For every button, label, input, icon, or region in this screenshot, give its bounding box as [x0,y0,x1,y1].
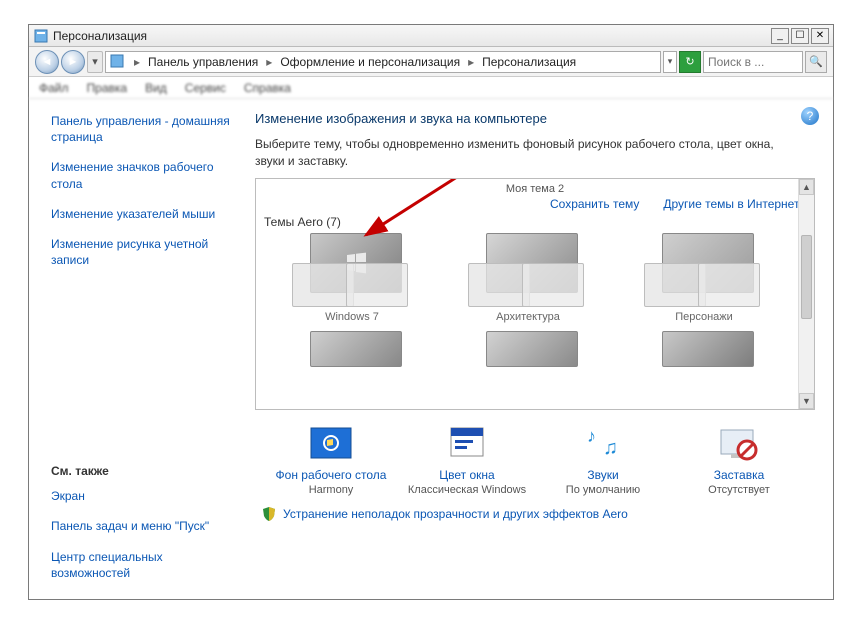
menu-service[interactable]: Сервис [185,81,226,95]
scroll-thumb[interactable] [801,235,812,319]
theme-peek[interactable] [458,331,598,371]
theme-row: Windows 7 Архитектура [264,233,806,323]
theme-thumb [644,233,764,307]
close-button[interactable]: ✕ [811,28,829,44]
shield-icon [261,506,277,522]
troubleshoot-link[interactable]: Устранение неполадок прозрачности и друг… [283,507,628,521]
window-color-value: Классическая Windows [402,484,532,496]
breadcrumb-cp[interactable]: Панель управления [148,55,258,69]
menu-bar: Файл Правка Вид Сервис Справка [29,77,833,99]
theme-row-next [264,331,806,371]
online-themes-link[interactable]: Другие темы в Интернете [663,197,806,211]
chevron-icon: ▸ [262,55,276,69]
page-subtext: Выберите тему, чтобы одновременно измени… [255,136,775,170]
address-icon [110,54,126,70]
window-title: Персонализация [53,29,771,43]
sidebar-change-picture[interactable]: Изменение рисунка учетной записи [51,236,235,268]
minimize-button[interactable]: _ [771,28,789,44]
breadcrumb-personalization[interactable]: Персонализация [482,55,576,69]
search-button[interactable]: 🔍 [805,51,827,73]
window-frame: Персонализация _ ☐ ✕ ◄ ► ▾ ▸ Панель упра… [28,24,834,600]
troubleshoot-row: Устранение неполадок прозрачности и друг… [255,506,815,522]
page-heading: Изменение изображения и звука на компьют… [255,111,815,126]
sounds-label: Звуки [538,468,668,482]
svg-text:♫: ♫ [603,437,618,459]
window-color-icon [445,424,489,464]
search-box[interactable] [703,51,803,73]
window-color-card[interactable]: Цвет окна Классическая Windows [402,424,532,496]
sounds-icon: ♪♫ [581,424,625,464]
main-pane: ? Изменение изображения и звука на компь… [245,99,833,599]
menu-edit[interactable]: Правка [87,81,128,95]
window-buttons: _ ☐ ✕ [771,28,829,44]
theme-label: Архитектура [458,311,598,323]
theme-peek[interactable] [282,331,422,371]
screensaver-value: Отсутствует [674,484,804,496]
back-button[interactable]: ◄ [35,50,59,74]
scrollbar[interactable]: ▲ ▼ [798,179,814,409]
sidebar: Панель управления - домашняя страница Из… [29,99,245,599]
theme-thumb [292,233,412,307]
theme-label: Windows 7 [282,311,422,323]
theme-thumb [468,233,588,307]
window-color-label: Цвет окна [402,468,532,482]
theme-actions: Сохранить тему Другие темы в Интернете [264,197,806,211]
breadcrumb-appearance[interactable]: Оформление и персонализация [280,55,460,69]
sidebar-change-cursors[interactable]: Изменение указателей мыши [51,206,235,222]
nav-bar: ◄ ► ▾ ▸ Панель управления ▸ Оформление и… [29,47,833,77]
address-bar[interactable]: ▸ Панель управления ▸ Оформление и персо… [105,51,661,73]
sounds-value: По умолчанию [538,484,668,496]
theme-peek[interactable] [634,331,774,371]
scroll-down-button[interactable]: ▼ [799,393,814,409]
settings-row: Фон рабочего стола Harmony Цвет окна Кла… [255,410,815,496]
desktop-background-value: Harmony [266,484,396,496]
screensaver-icon [717,424,761,464]
sidebar-screen[interactable]: Экран [51,488,235,504]
chevron-icon: ▸ [130,55,144,69]
window-icon [33,28,49,44]
forward-button[interactable]: ► [61,50,85,74]
search-input[interactable] [708,55,778,69]
help-icon[interactable]: ? [801,107,819,125]
content-area: Панель управления - домашняя страница Из… [29,99,833,599]
menu-file[interactable]: Файл [39,81,69,95]
sidebar-taskbar[interactable]: Панель задач и меню "Пуск" [51,518,235,534]
themes-list: Моя тема 2 Сохранить тему Другие темы в … [255,178,815,410]
maximize-button[interactable]: ☐ [791,28,809,44]
title-bar: Персонализация _ ☐ ✕ [29,25,833,47]
theme-windows7[interactable]: Windows 7 [282,233,422,323]
sidebar-change-icons[interactable]: Изменение значков рабочего стола [51,159,235,191]
scroll-up-button[interactable]: ▲ [799,179,814,195]
desktop-background-label: Фон рабочего стола [266,468,396,482]
theme-architecture[interactable]: Архитектура [458,233,598,323]
screensaver-card[interactable]: Заставка Отсутствует [674,424,804,496]
prev-theme-label: Моя тема 2 [264,183,806,195]
save-theme-link[interactable]: Сохранить тему [550,197,639,211]
history-dropdown[interactable]: ▾ [87,51,103,73]
chevron-icon: ▸ [464,55,478,69]
refresh-button[interactable]: ↻ [679,51,701,73]
desktop-background-card[interactable]: Фон рабочего стола Harmony [266,424,396,496]
address-dropdown[interactable]: ▾ [663,51,677,73]
see-also-heading: См. также [51,464,235,478]
svg-text:♪: ♪ [587,426,596,446]
sidebar-ease-of-access[interactable]: Центр специальных возможностей [51,549,235,581]
screensaver-label: Заставка [674,468,804,482]
aero-section-label: Темы Aero (7) [264,215,806,229]
desktop-background-icon [309,424,353,464]
sounds-card[interactable]: ♪♫ Звуки По умолчанию [538,424,668,496]
theme-characters[interactable]: Персонажи [634,233,774,323]
sidebar-cp-home[interactable]: Панель управления - домашняя страница [51,113,235,145]
menu-view[interactable]: Вид [145,81,167,95]
theme-label: Персонажи [634,311,774,323]
menu-help[interactable]: Справка [244,81,291,95]
